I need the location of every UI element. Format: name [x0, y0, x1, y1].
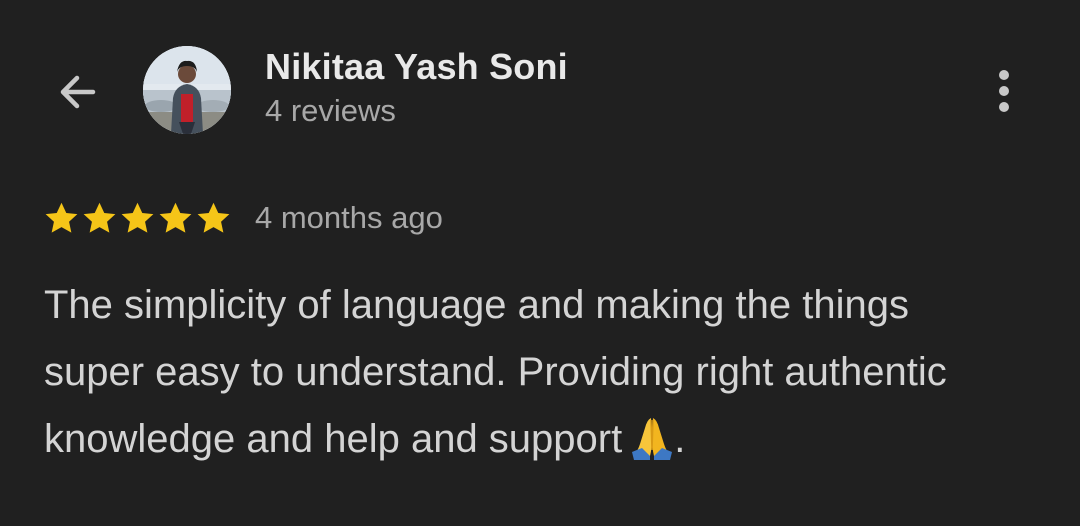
review-trailing-period: .: [674, 417, 686, 461]
person-avatar: [143, 46, 231, 134]
star-icon: [121, 202, 154, 233]
review-count: 4 reviews: [265, 93, 396, 128]
back-button[interactable]: [48, 63, 106, 121]
reviewer-name[interactable]: Nikitaa Yash Soni: [265, 46, 568, 88]
star-icon: [45, 202, 78, 233]
star-icon: [159, 202, 192, 233]
review-text: The simplicity of language and making th…: [44, 272, 1044, 473]
more-vert-icon: [999, 70, 1009, 112]
folded-hands-icon: [632, 418, 673, 460]
review-line: The simplicity of language and making th…: [44, 283, 909, 327]
avatar[interactable]: [143, 46, 231, 134]
review-date: 4 months ago: [255, 200, 443, 235]
more-options-button[interactable]: [980, 62, 1028, 120]
rating-row: 4 months ago: [43, 196, 443, 240]
review-line: super easy to understand. Providing righ…: [44, 350, 947, 394]
review-line-text: knowledge and help and support: [44, 417, 623, 461]
review-header: Nikitaa Yash Soni 4 reviews: [0, 0, 1080, 180]
review-line: knowledge and help and support .: [44, 406, 1044, 473]
star-rating: [43, 200, 232, 237]
star-icon: [83, 202, 116, 233]
star-icon: [197, 202, 230, 233]
arrow-back-icon: [60, 75, 96, 109]
